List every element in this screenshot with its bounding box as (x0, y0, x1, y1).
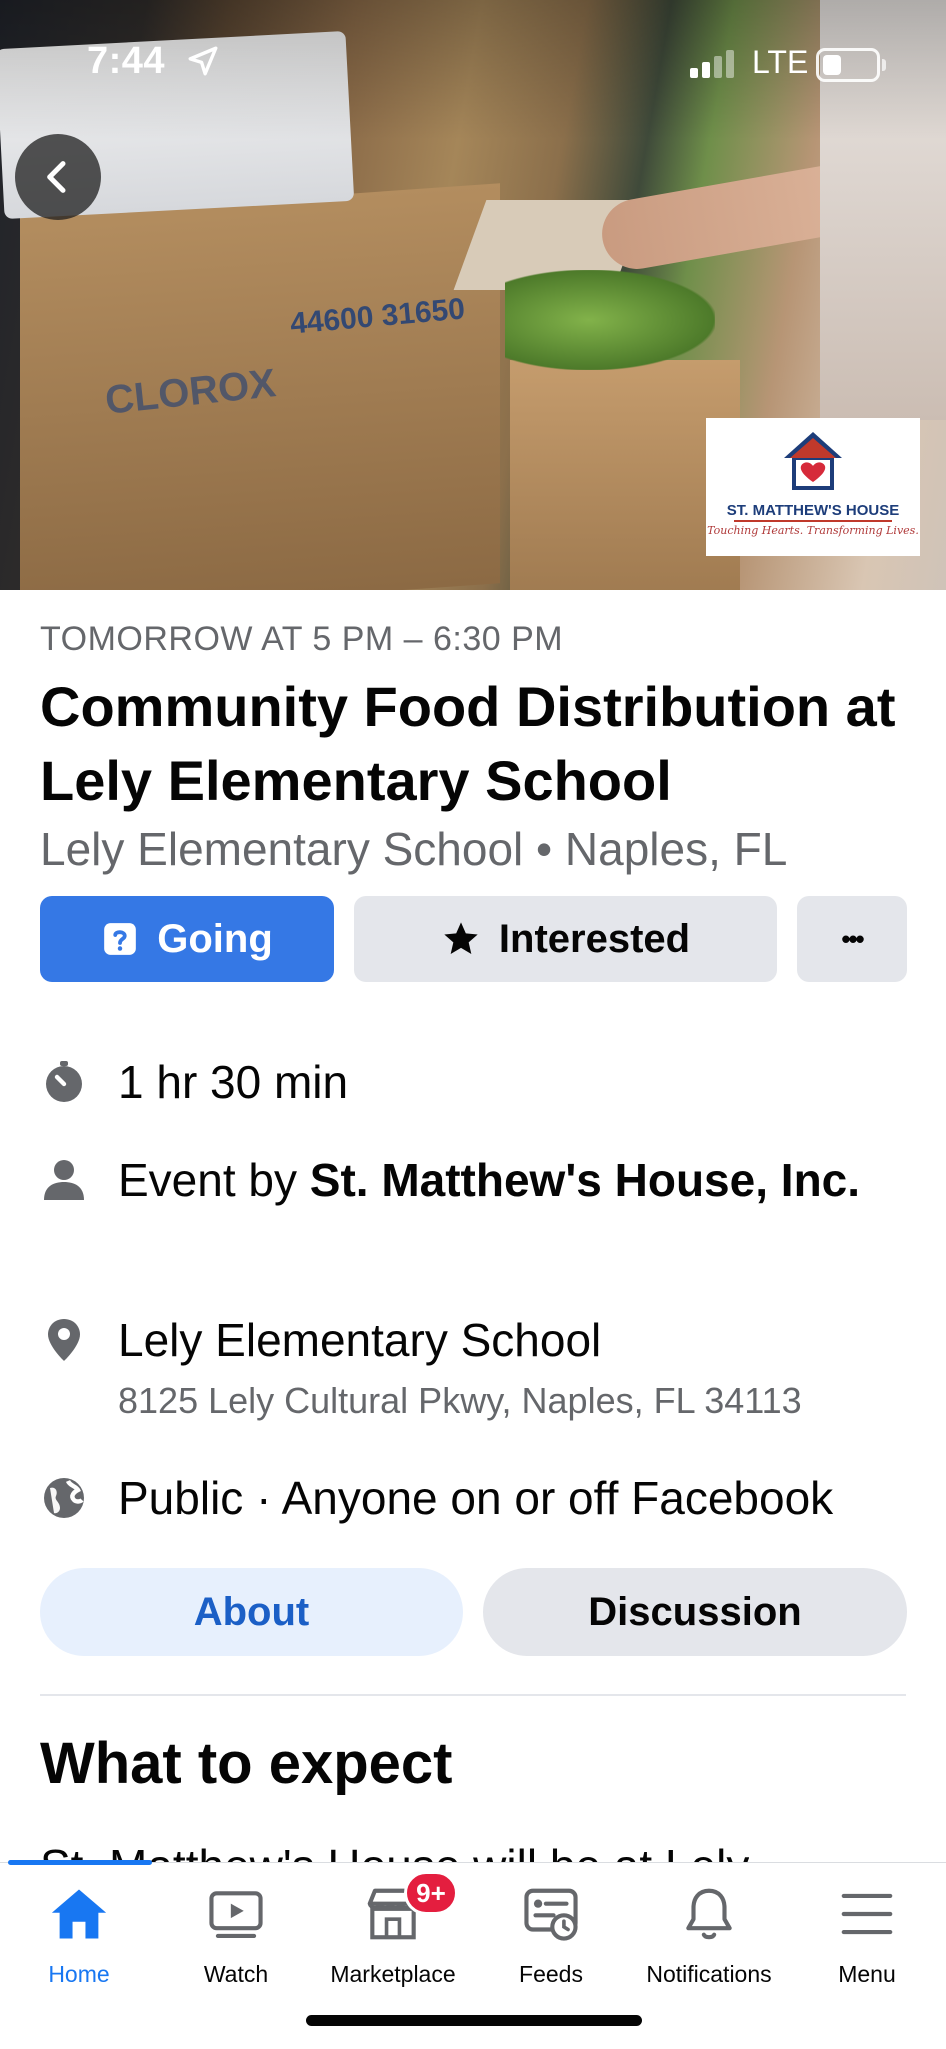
stopwatch-icon (46, 1061, 82, 1102)
tab-discussion[interactable]: Discussion (483, 1568, 907, 1656)
globe-icon (44, 1478, 84, 1518)
nav-menu[interactable]: Menu (788, 1883, 946, 1988)
marketplace-badge: 9+ (404, 1871, 458, 1915)
more-options-button[interactable]: ••• (797, 896, 907, 982)
privacy-row: Public · Anyone on or off Facebook (40, 1468, 920, 1532)
host-prefix: Event by (118, 1154, 310, 1206)
event-place[interactable]: Lely Elementary School • Naples, FL (40, 822, 787, 876)
nav-menu-label: Menu (838, 1961, 896, 1987)
going-question-icon (101, 920, 139, 958)
event-description-preview: St. Matthew's House will be at Lely (40, 1836, 749, 1862)
active-tab-indicator (8, 1860, 152, 1865)
menu-icon (841, 1893, 893, 1935)
chevron-left-icon (47, 161, 66, 193)
more-dots-icon: ••• (841, 923, 864, 954)
divider (40, 1694, 906, 1696)
house-heart-logo-icon (784, 432, 842, 490)
bell-icon (686, 1888, 732, 1940)
nav-feeds[interactable]: Feeds (472, 1883, 630, 1988)
home-icon (51, 1889, 107, 1939)
nav-home[interactable]: Home (0, 1883, 158, 1988)
home-indicator (306, 2015, 642, 2026)
nav-notifications-label: Notifications (646, 1961, 772, 1987)
watch-icon (209, 1891, 263, 1939)
nav-watch-label: Watch (203, 1961, 269, 1987)
host-name-link[interactable]: St. Matthew's House, Inc. (310, 1154, 860, 1206)
battery-icon (816, 48, 886, 82)
privacy-text: Public · Anyone on or off Facebook (118, 1472, 834, 1524)
nav-home-label: Home (48, 1961, 110, 1987)
feeds-icon (524, 1888, 578, 1941)
signal-icon (690, 50, 740, 78)
tab-about[interactable]: About (40, 1568, 463, 1656)
location-row[interactable]: Lely Elementary School 8125 Lely Cultura… (40, 1310, 920, 1430)
location-arrow-icon (188, 46, 218, 76)
interested-button[interactable]: Interested (354, 896, 777, 982)
section-title: What to expect (40, 1731, 453, 1796)
logo-tagline: Touching Hearts. Transforming Lives. (707, 524, 919, 537)
organizer-logo: ST. MATTHEW'S HOUSE Touching Hearts. Tra… (706, 418, 920, 556)
nav-notifications[interactable]: Notifications (630, 1883, 788, 1988)
location-name: Lely Elementary School (118, 1314, 602, 1366)
host-row[interactable]: Event by St. Matthew's House, Inc. (40, 1150, 920, 1270)
event-title: Community Food Distribution at Lely Elem… (40, 675, 896, 812)
nav-feeds-label: Feeds (519, 1961, 583, 1987)
logo-name: ST. MATTHEW'S HOUSE (726, 502, 900, 519)
network-type: LTE (752, 44, 809, 80)
person-icon (44, 1160, 84, 1200)
event-datetime: TOMORROW AT 5 PM – 6:30 PM (40, 620, 564, 658)
interested-label: Interested (498, 916, 691, 961)
going-label: Going (157, 916, 273, 961)
nav-watch[interactable]: Watch (157, 1883, 315, 1988)
status-time: 7:44 (87, 40, 166, 82)
status-bar: 7:44 LTE (0, 0, 946, 120)
nav-marketplace-label: Marketplace (330, 1961, 456, 1987)
star-icon (441, 919, 481, 959)
going-button[interactable]: Going (40, 896, 334, 982)
duration-row: 1 hr 30 min (40, 1052, 920, 1116)
location-address: 8125 Lely Cultural Pkwy, Naples, FL 3411… (118, 1380, 802, 1421)
map-pin-icon (48, 1319, 80, 1361)
duration-text: 1 hr 30 min (118, 1056, 349, 1108)
back-button[interactable] (15, 134, 101, 220)
